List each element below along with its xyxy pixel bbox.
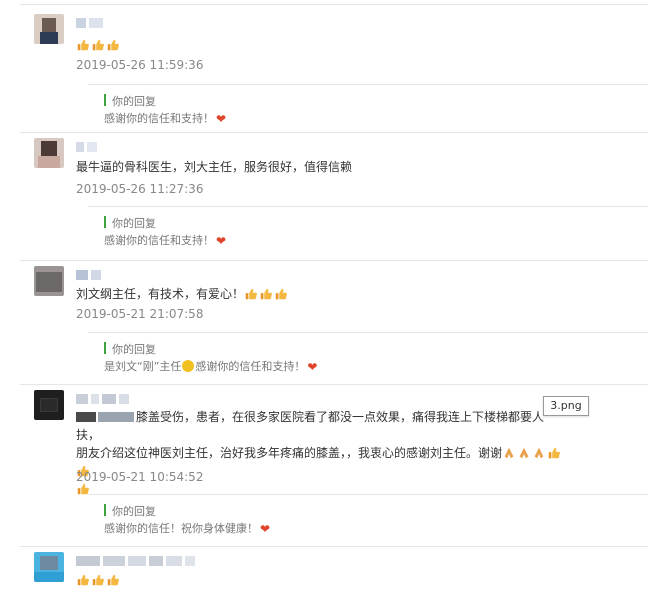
reply-box: 你的回复 是刘文“刚”主任 感谢你的信任和支持！ ❤ — [88, 332, 648, 380]
heart-icon: ❤ — [307, 360, 318, 374]
username-blurred — [76, 270, 104, 282]
avatar[interactable] — [34, 552, 64, 582]
comment-timestamp: 2019-05-26 11:27:36 — [76, 182, 204, 196]
file-tooltip: 3.png — [543, 396, 589, 416]
reply-box: 你的回复 感谢你的信任和支持！ ❤ — [88, 206, 648, 252]
comment-item — [0, 544, 648, 604]
comment-item: 最牛逼的骨科医生，刘大主任，服务很好，值得信赖 2019-05-26 11:27… — [0, 130, 648, 258]
avatar[interactable] — [34, 14, 64, 44]
thumbs-up-icon — [106, 38, 120, 52]
pray-hands-icon — [517, 446, 531, 460]
reply-label: 你的回复 — [104, 341, 156, 357]
comment-item: 刘文纲主任，有技术，有爱心！ 2019-05-21 21:07:58 你的回复 … — [0, 258, 648, 382]
thumbs-up-icon — [547, 446, 561, 460]
pray-hands-icon — [502, 446, 516, 460]
thumbs-up-icon — [274, 287, 288, 301]
reply-box: 你的回复 感谢你的信任！祝你身体健康！ ❤ — [88, 494, 648, 544]
reply-label: 你的回复 — [104, 503, 156, 519]
reply-text: 感谢你的信任和支持！ ❤ — [104, 112, 227, 126]
username-blurred — [76, 142, 100, 154]
reply-label: 你的回复 — [104, 93, 156, 109]
username-blurred — [76, 556, 198, 568]
reply-text: 感谢你的信任和支持！ ❤ — [104, 234, 227, 248]
thumbs-up-icon — [259, 287, 273, 301]
divider — [20, 384, 648, 385]
reply-box: 你的回复 感谢你的信任和支持！ ❤ — [88, 84, 648, 130]
avatar[interactable] — [34, 266, 64, 296]
comment-text — [76, 571, 121, 589]
thumbs-up-icon — [76, 573, 90, 587]
comment-item: 2019-05-26 11:59:36 你的回复 感谢你的信任和支持！ ❤ — [0, 0, 648, 130]
thumbs-up-icon — [91, 38, 105, 52]
heart-icon: ❤ — [216, 234, 227, 248]
comment-text: 刘文纲主任，有技术，有爱心！ — [76, 285, 289, 303]
divider — [20, 260, 648, 261]
reply-label: 你的回复 — [104, 215, 156, 231]
heart-icon: ❤ — [216, 112, 227, 126]
reply-text: 感谢你的信任！祝你身体健康！ ❤ — [104, 522, 271, 536]
divider — [20, 4, 648, 5]
heart-icon: ❤ — [260, 522, 271, 536]
comment-text: 最牛逼的骨科医生，刘大主任，服务很好，值得信赖 — [76, 160, 353, 174]
reply-text: 是刘文“刚”主任 感谢你的信任和支持！ ❤ — [104, 360, 318, 374]
avatar[interactable] — [34, 390, 64, 420]
thumbs-up-icon — [76, 38, 90, 52]
divider — [20, 132, 648, 133]
username-blurred — [76, 18, 106, 30]
thumbs-up-icon — [91, 573, 105, 587]
comment-text: 膝盖受伤，患者，在很多家医院看了都没一点效果，痛得我连上下楼梯都要人扶， 朋友介… — [76, 408, 564, 498]
username-blurred — [76, 394, 132, 406]
comment-timestamp: 2019-05-21 10:54:52 — [76, 470, 204, 484]
avatar[interactable] — [34, 138, 64, 168]
pray-hands-icon — [532, 446, 546, 460]
comment-timestamp: 2019-05-21 21:07:58 — [76, 307, 204, 321]
smiley-icon — [182, 360, 195, 372]
divider — [20, 546, 648, 547]
comment-text — [76, 36, 121, 54]
thumbs-up-icon — [244, 287, 258, 301]
comment-timestamp: 2019-05-26 11:59:36 — [76, 58, 204, 72]
thumbs-up-icon — [106, 573, 120, 587]
